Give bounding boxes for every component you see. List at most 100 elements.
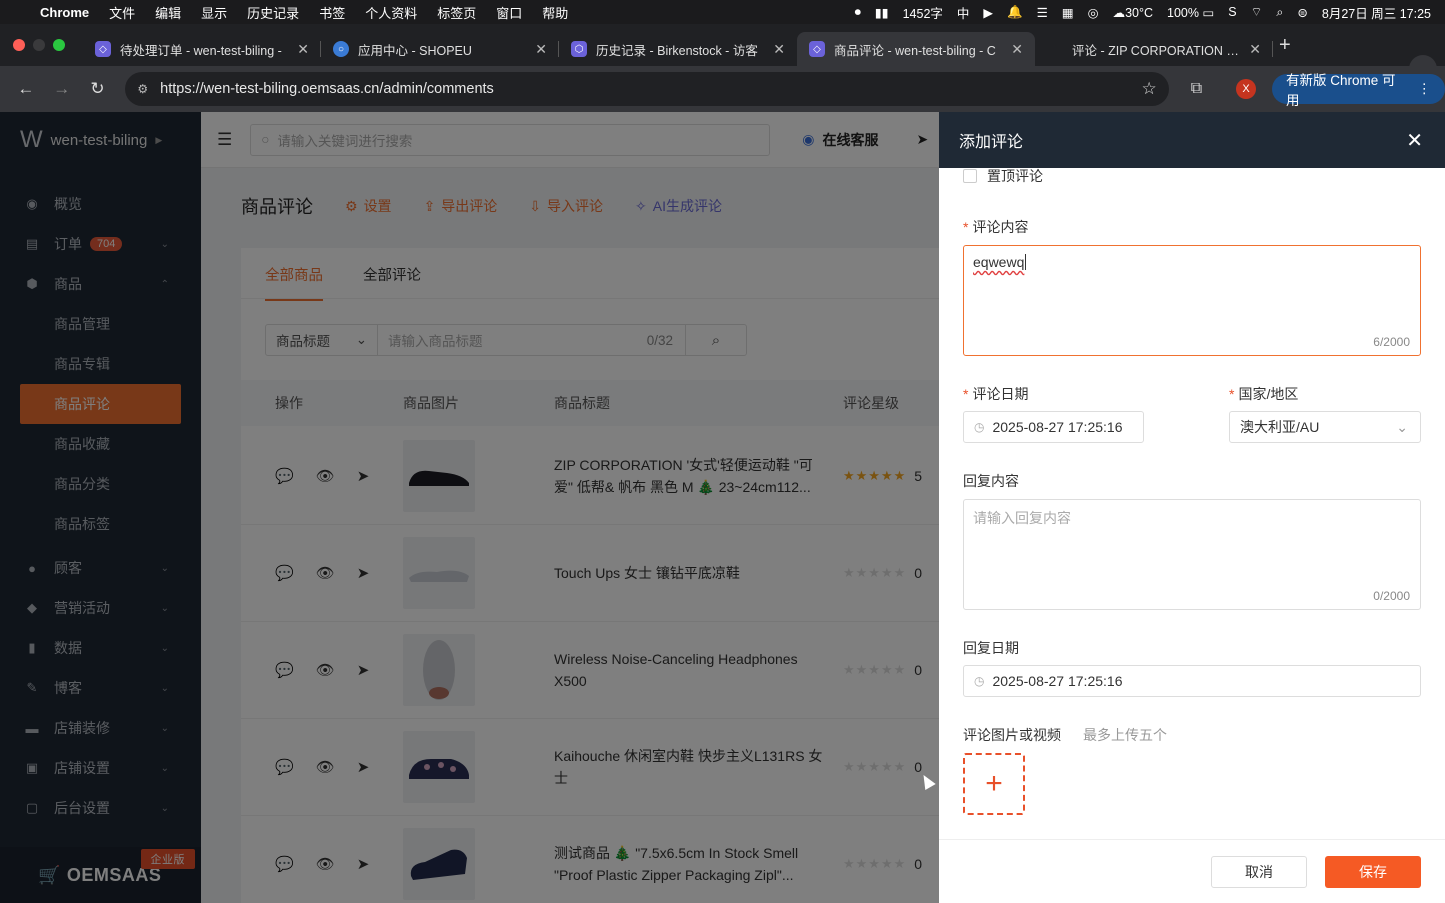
reload-icon[interactable]: ↻ xyxy=(88,79,108,99)
menu-profiles[interactable]: 个人资料 xyxy=(365,3,417,22)
tab-app-center[interactable]: ○ 应用中心 - SHOPEU ✕ xyxy=(321,32,559,66)
grid-icon[interactable]: ▦ xyxy=(1062,5,1074,20)
review-date-label: 评论日期 xyxy=(963,384,1028,404)
tab-title: 历史记录 - Birkenstock - 访客 xyxy=(596,43,758,58)
update-chrome-button[interactable]: 有新版 Chrome 可用 ⋮ xyxy=(1272,73,1445,108)
media-hint: 最多上传五个 xyxy=(1083,727,1167,743)
chevron-down-icon: ⌄ xyxy=(1396,418,1408,435)
site-settings-icon[interactable]: ⚙ xyxy=(137,82,148,96)
bars-icon[interactable]: ▮▮ xyxy=(875,5,889,20)
tab-title: 评论 - ZIP CORPORATION '女式 xyxy=(1072,43,1242,58)
checkbox-box[interactable] xyxy=(963,169,977,183)
reply-label: 回复内容 xyxy=(963,473,1019,489)
menu-help[interactable]: 帮助 xyxy=(542,3,568,22)
upload-media-button[interactable]: + xyxy=(963,753,1025,815)
tab-title: 待处理订单 - wen-test-biling - xyxy=(120,43,282,58)
close-icon[interactable]: ✕ xyxy=(1406,128,1423,153)
menu-file[interactable]: 文件 xyxy=(109,3,135,22)
weather-icon: ☁30°C xyxy=(1112,5,1154,20)
clock-icon: ◷ xyxy=(974,674,985,688)
reply-content-textarea[interactable]: 请输入回复内容 0/2000 xyxy=(963,499,1421,610)
window-controls xyxy=(13,39,65,51)
app-icon[interactable]: ▶ xyxy=(983,5,993,20)
site-favicon-icon: ○ xyxy=(333,41,349,57)
content-label: 评论内容 xyxy=(963,217,1028,237)
reply-date-picker[interactable]: ◷ 2025-08-27 17:25:16 xyxy=(963,665,1421,697)
site-favicon-icon: ◇ xyxy=(809,41,825,57)
forward-arrow-icon[interactable]: → xyxy=(52,79,72,99)
drawer-title: 添加评论 xyxy=(959,134,1024,151)
menu-tabs[interactable]: 标签页 xyxy=(437,3,476,22)
tab-title: 应用中心 - SHOPEU xyxy=(358,43,472,58)
pin-label: 置顶评论 xyxy=(987,168,1043,184)
close-icon[interactable]: ✕ xyxy=(1249,41,1261,58)
control-center-icon[interactable]: ⊜ xyxy=(1297,5,1307,20)
input-method-icon[interactable]: 中 xyxy=(957,3,970,22)
close-icon[interactable]: ✕ xyxy=(773,41,785,58)
battery[interactable]: 100% ▭ xyxy=(1167,5,1214,20)
country-label: 国家/地区 xyxy=(1229,384,1298,404)
cancel-button[interactable]: 取消 xyxy=(1211,855,1307,888)
wechat-icon[interactable]: ◎ xyxy=(1088,5,1099,20)
browser-tab-strip: ◇ 待处理订单 - wen-test-biling - ✕ ○ 应用中心 - S… xyxy=(0,24,1445,83)
extensions-puzzle-icon[interactable]: ⧉ xyxy=(1191,80,1202,98)
back-arrow-icon[interactable]: ← xyxy=(16,79,36,99)
menu-window[interactable]: 窗口 xyxy=(496,3,522,22)
plus-icon: + xyxy=(985,767,1003,800)
zoom-window-button[interactable] xyxy=(53,39,65,51)
profile-avatar[interactable]: X xyxy=(1236,79,1256,99)
spotlight-icon[interactable]: ⌕ xyxy=(1276,5,1283,20)
wifi-icon[interactable]: ⌔ xyxy=(1251,4,1263,20)
reply-char-count: 0/2000 xyxy=(1373,589,1410,603)
tab-title: 商品评论 - wen-test-biling - C xyxy=(834,43,996,58)
menu-history[interactable]: 历史记录 xyxy=(247,3,299,22)
kebab-menu-icon: ⋮ xyxy=(1417,81,1432,96)
url-text: https://wen-test-biling.oemsaas.cn/admin… xyxy=(160,81,494,97)
word-count: 1452字 xyxy=(902,6,943,21)
update-label: 有新版 Chrome 可用 xyxy=(1286,73,1396,108)
address-bar[interactable]: ⚙ https://wen-test-biling.oemsaas.cn/adm… xyxy=(125,72,1169,106)
temperature: 30°C xyxy=(1125,5,1154,20)
blank-favicon-icon xyxy=(1047,41,1063,57)
content-char-count: 6/2000 xyxy=(1373,335,1410,349)
close-window-button[interactable] xyxy=(13,39,25,51)
reply-date-label: 回复日期 xyxy=(963,640,1019,656)
close-icon[interactable]: ✕ xyxy=(1011,41,1023,58)
review-content-value: eqwewq xyxy=(973,254,1025,270)
tab-history[interactable]: ⬡ 历史记录 - Birkenstock - 访客 ✕ xyxy=(559,32,797,66)
review-content-textarea[interactable]: eqwewq 6/2000 xyxy=(963,245,1421,356)
browser-toolbar: ← → ↻ ⚙ https://wen-test-biling.oemsaas.… xyxy=(0,66,1445,112)
modal-backdrop[interactable] xyxy=(0,112,939,903)
menu-app-name[interactable]: Chrome xyxy=(40,5,89,20)
close-icon[interactable]: ✕ xyxy=(535,41,547,58)
bell-icon[interactable]: 🔔 xyxy=(1007,5,1023,20)
review-date-picker[interactable]: ◷ 2025-08-27 17:25:16 xyxy=(963,411,1144,443)
tab-comments-active[interactable]: ◇ 商品评论 - wen-test-biling - C ✕ xyxy=(797,32,1035,66)
country-value: 澳大利亚/AU xyxy=(1240,419,1320,435)
close-icon[interactable]: ✕ xyxy=(297,41,309,58)
pin-review-checkbox[interactable]: 置顶评论 xyxy=(963,166,1043,186)
save-button[interactable]: 保存 xyxy=(1325,855,1421,888)
country-select[interactable]: 澳大利亚/AU ⌄ xyxy=(1229,411,1421,443)
mac-menu-bar: Chrome 文件 编辑 显示 历史记录 书签 个人资料 标签页 窗口 帮助 ⏺… xyxy=(0,0,1445,24)
tab-orders[interactable]: ◇ 待处理订单 - wen-test-biling - ✕ xyxy=(83,32,321,66)
menu-edit[interactable]: 编辑 xyxy=(155,3,181,22)
reply-date-value: 2025-08-27 17:25:16 xyxy=(992,673,1123,689)
shield-favicon-icon: ⬡ xyxy=(571,41,587,57)
media-label: 评论图片或视频 xyxy=(963,727,1061,743)
site-favicon-icon: ◇ xyxy=(95,41,111,57)
add-review-drawer: 添加评论 ✕ 置顶评论 评论内容 eqwewq 6/2000 评论日期 ◷ 20… xyxy=(939,112,1445,903)
clock[interactable]: 8月27日 周三 17:25 xyxy=(1322,3,1431,22)
tab-zip-comments[interactable]: 评论 - ZIP CORPORATION '女式 ✕ xyxy=(1035,32,1273,66)
review-date-value: 2025-08-27 17:25:16 xyxy=(992,419,1123,435)
drawer-footer: 取消 保存 xyxy=(939,839,1445,903)
clock-icon: ◷ xyxy=(974,420,985,434)
list-icon[interactable]: ☰ xyxy=(1037,5,1048,20)
sync-icon[interactable]: S xyxy=(1228,5,1236,19)
menu-view[interactable]: 显示 xyxy=(201,3,227,22)
record-icon[interactable]: ⏺ xyxy=(855,5,861,20)
minimize-window-button[interactable] xyxy=(33,39,45,51)
bookmark-star-icon[interactable]: ☆ xyxy=(1142,79,1157,99)
menu-bookmarks[interactable]: 书签 xyxy=(319,3,345,22)
new-tab-plus-icon[interactable]: + xyxy=(1279,34,1291,57)
